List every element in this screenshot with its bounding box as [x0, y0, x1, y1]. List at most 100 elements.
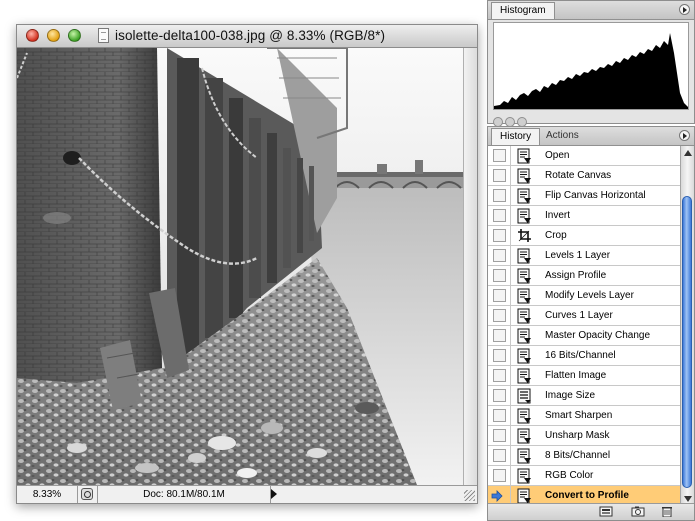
scroll-up-arrow-icon[interactable] [684, 150, 692, 156]
history-source-checkbox[interactable] [493, 469, 506, 482]
history-step-label: Smart Sharpen [545, 410, 613, 421]
histogram-tab-bar: Histogram [488, 1, 694, 20]
history-step-label: Rotate Canvas [545, 170, 612, 181]
history-row[interactable]: Master Opacity Change [488, 326, 680, 346]
new-snapshot-icon[interactable] [631, 506, 645, 517]
history-step-label: Modify Levels Layer [545, 290, 634, 301]
history-row[interactable]: Invert [488, 206, 680, 226]
trash-icon[interactable] [660, 506, 674, 517]
history-step-label: Levels 1 Layer [545, 250, 611, 261]
resize-grip-icon[interactable] [464, 490, 475, 501]
history-state-icon [517, 408, 531, 424]
history-row[interactable]: Curves 1 Layer [488, 306, 680, 326]
history-footer [488, 503, 694, 520]
history-state-icon [517, 308, 531, 324]
new-document-from-state-icon[interactable] [599, 506, 613, 517]
history-step-label: 16 Bits/Channel [545, 350, 616, 361]
row-divider [510, 326, 511, 346]
history-source-checkbox[interactable] [493, 209, 506, 222]
history-step-label: Invert [545, 210, 571, 221]
history-list: Open Rotate Canvas Flip Canvas Horizontal I… [488, 146, 680, 506]
history-state-icon [517, 288, 531, 304]
history-source-checkbox[interactable] [493, 189, 506, 202]
row-divider [510, 386, 511, 406]
history-source-checkbox[interactable] [493, 149, 506, 162]
histogram-palette-menu-icon[interactable] [679, 4, 690, 15]
history-step-label: Flatten Image [545, 370, 607, 381]
history-source-checkbox[interactable] [493, 229, 506, 242]
row-divider [510, 186, 511, 206]
history-source-checkbox[interactable] [493, 389, 506, 402]
row-divider [510, 246, 511, 266]
row-divider [510, 206, 511, 226]
history-state-icon [517, 348, 531, 364]
scroll-thumb[interactable] [682, 196, 692, 488]
canvas-scroll-gutter[interactable] [463, 48, 477, 485]
tab-actions[interactable]: Actions [538, 128, 587, 145]
riverbank-photo [17, 48, 463, 485]
history-source-checkbox[interactable] [493, 349, 506, 362]
history-step-label: Crop [545, 230, 567, 241]
status-menu-arrow-icon[interactable] [271, 489, 277, 499]
zoom-window-button[interactable] [68, 29, 81, 42]
history-source-checkbox[interactable] [493, 249, 506, 262]
row-divider [510, 146, 511, 166]
history-source-checkbox[interactable] [493, 429, 506, 442]
history-source-checkbox[interactable] [493, 269, 506, 282]
history-row[interactable]: Unsharp Mask [488, 426, 680, 446]
document-proxy-icon[interactable] [98, 28, 109, 43]
history-row[interactable]: 8 Bits/Channel [488, 446, 680, 466]
history-state-icon [517, 428, 531, 444]
row-divider [510, 366, 511, 386]
minimize-window-button[interactable] [47, 29, 60, 42]
history-step-label: Image Size [545, 390, 596, 401]
history-palette: History Actions Open Rotate Canvas Flip Ca… [487, 126, 695, 521]
scroll-down-arrow-icon[interactable] [684, 496, 692, 502]
history-step-label: Open [545, 150, 570, 161]
histogram-plot [494, 33, 688, 109]
history-row[interactable]: Crop [488, 226, 680, 246]
tab-history[interactable]: History [491, 128, 541, 145]
history-source-checkbox[interactable] [493, 289, 506, 302]
history-palette-menu-icon[interactable] [679, 130, 690, 141]
history-row[interactable]: 16 Bits/Channel [488, 346, 680, 366]
history-scrollbar[interactable] [680, 146, 694, 506]
history-source-checkbox[interactable] [493, 369, 506, 382]
row-divider [510, 346, 511, 366]
history-state-icon [517, 248, 531, 264]
history-source-checkbox[interactable] [493, 449, 506, 462]
history-source-checkbox[interactable] [493, 409, 506, 422]
crop-icon [518, 229, 531, 242]
history-row[interactable]: Image Size [488, 386, 680, 406]
history-state-icon [517, 168, 531, 184]
history-row[interactable]: Open [488, 146, 680, 166]
history-row[interactable]: Levels 1 Layer [488, 246, 680, 266]
version-cue-icon[interactable] [81, 488, 93, 500]
history-row[interactable]: RGB Color [488, 466, 680, 486]
row-divider [510, 306, 511, 326]
history-source-checkbox[interactable] [493, 169, 506, 182]
history-state-icon [517, 488, 531, 504]
history-source-checkbox[interactable] [493, 329, 506, 342]
histogram-palette: Histogram [487, 0, 695, 127]
history-row[interactable]: Smart Sharpen [488, 406, 680, 426]
image-size-icon [517, 388, 531, 404]
history-row[interactable]: Flip Canvas Horizontal [488, 186, 680, 206]
zoom-level-field[interactable]: 8.33% [17, 486, 78, 503]
history-state-icon [517, 208, 531, 224]
history-row[interactable]: Rotate Canvas [488, 166, 680, 186]
history-source-checkbox[interactable] [493, 309, 506, 322]
histogram-graph [493, 22, 689, 110]
row-divider [510, 466, 511, 486]
tab-histogram[interactable]: Histogram [491, 2, 555, 19]
history-state-pointer-icon[interactable] [491, 490, 503, 502]
document-titlebar[interactable]: isolette-delta100-038.jpg @ 8.33% (RGB/8… [17, 25, 477, 48]
row-divider [510, 446, 511, 466]
history-row[interactable]: Flatten Image [488, 366, 680, 386]
history-row[interactable]: Modify Levels Layer [488, 286, 680, 306]
history-row[interactable]: Assign Profile [488, 266, 680, 286]
image-canvas[interactable] [17, 48, 463, 485]
close-window-button[interactable] [26, 29, 39, 42]
document-size-info: Doc: 80.1M/80.1M [97, 486, 271, 503]
history-state-icon [517, 328, 531, 344]
